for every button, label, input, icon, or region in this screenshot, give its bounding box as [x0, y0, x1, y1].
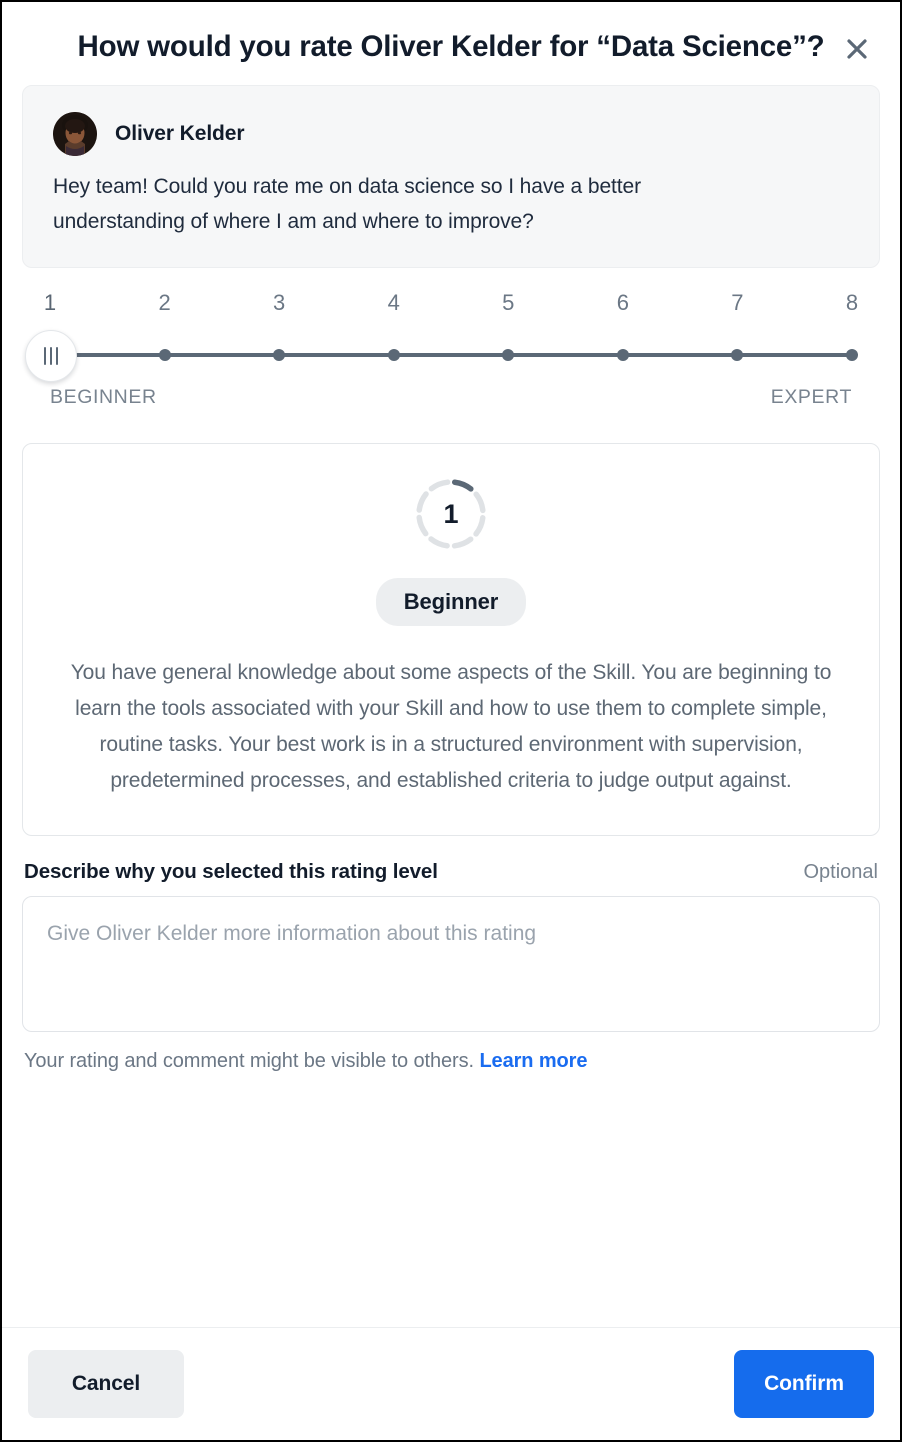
slider-track-row[interactable]	[25, 328, 858, 382]
level-description: You have general knowledge about some as…	[70, 661, 832, 792]
slider-end-labels: BEGINNER EXPERT	[50, 386, 852, 409]
slider-stop-5[interactable]	[502, 349, 515, 361]
rating-slider[interactable]: 1 2 3 4 5 6 7 8 BEGINNER EXPERT	[22, 268, 880, 409]
slider-tick-label-5[interactable]: 5	[502, 290, 514, 316]
dialog-footer: Cancel Confirm	[2, 1327, 900, 1440]
slider-tick-label-1[interactable]: 1	[44, 290, 56, 316]
slider-tick-label-8[interactable]: 8	[846, 290, 858, 316]
comment-input[interactable]	[22, 896, 880, 1032]
avatar	[53, 112, 97, 156]
level-name-badge: Beginner	[375, 578, 527, 626]
page-title: How would you rate Oliver Kelder for “Da…	[77, 30, 825, 63]
slider-low-label: BEGINNER	[50, 386, 157, 408]
level-progress-ring: 1	[413, 476, 489, 552]
slider-high-label: EXPERT	[770, 386, 852, 408]
grip-icon	[44, 347, 58, 365]
slider-stop-3[interactable]	[273, 349, 286, 361]
dialog-header: How would you rate Oliver Kelder for “Da…	[2, 2, 900, 84]
slider-tick-label-6[interactable]: 6	[617, 290, 629, 316]
comment-field-label: Describe why you selected this rating le…	[24, 860, 438, 883]
learn-more-link[interactable]: Learn more	[479, 1050, 587, 1072]
close-icon	[844, 36, 870, 62]
slider-tick-label-7[interactable]: 7	[731, 290, 743, 316]
slider-stop-6[interactable]	[616, 349, 629, 361]
slider-stop-8[interactable]	[846, 349, 858, 361]
slider-tick-label-3[interactable]: 3	[273, 290, 285, 316]
slider-stop-4[interactable]	[387, 349, 400, 361]
slider-tick-label-4[interactable]: 4	[388, 290, 400, 316]
slider-stop-7[interactable]	[731, 349, 744, 361]
slider-tick-labels: 1 2 3 4 5 6 7 8	[44, 290, 858, 320]
rating-dialog: How would you rate Oliver Kelder for “Da…	[0, 0, 902, 1442]
request-author-row: Oliver Kelder	[53, 112, 849, 156]
request-message-card: Oliver Kelder Hey team! Could you rate m…	[22, 85, 880, 268]
visibility-disclaimer: Your rating and comment might be visible…	[22, 1050, 880, 1073]
slider-stop-2[interactable]	[158, 349, 171, 361]
level-number: 1	[443, 498, 459, 529]
level-detail-card: 1 Beginner You have general knowledge ab…	[22, 443, 880, 836]
comment-field-header: Describe why you selected this rating le…	[22, 860, 880, 884]
comment-optional-tag: Optional	[803, 861, 879, 883]
confirm-button[interactable]: Confirm	[734, 1350, 874, 1418]
disclaimer-text: Your rating and comment might be visible…	[24, 1050, 474, 1072]
level-progress-ring-wrap: 1	[63, 476, 839, 552]
request-message-text: Hey team! Could you rate me on data scie…	[53, 175, 641, 233]
dialog-body: Oliver Kelder Hey team! Could you rate m…	[2, 84, 900, 1327]
request-author-name: Oliver Kelder	[115, 122, 245, 145]
slider-thumb[interactable]	[25, 330, 77, 382]
slider-tick-label-2[interactable]: 2	[158, 290, 170, 316]
cancel-button[interactable]: Cancel	[28, 1350, 184, 1418]
close-button[interactable]	[838, 30, 876, 68]
